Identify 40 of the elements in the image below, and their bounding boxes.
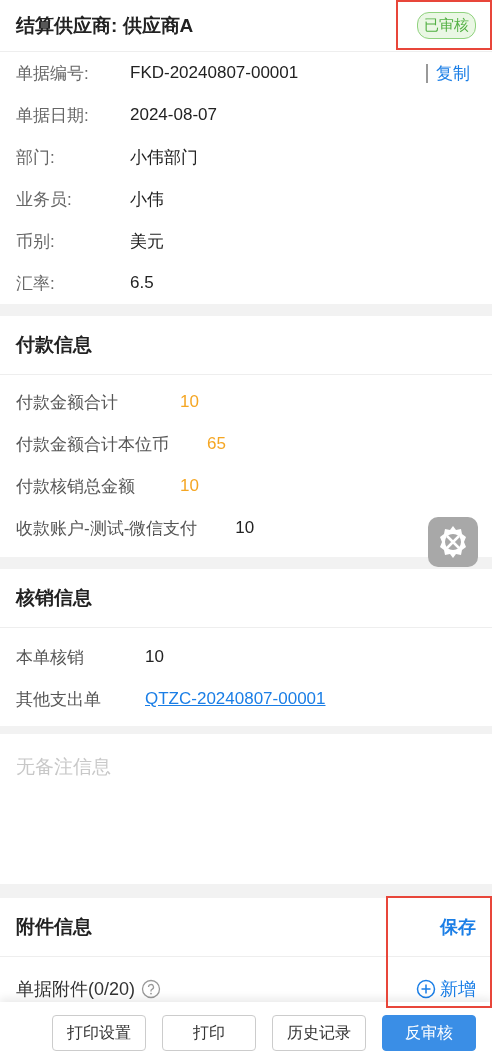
- field-label: 单据编号:: [16, 62, 90, 85]
- field-value: 65: [207, 434, 226, 454]
- field-value: 10: [145, 647, 164, 667]
- field-value: FKD-20240807-00001: [130, 63, 299, 83]
- field-value: 小伟部门: [130, 146, 198, 169]
- supplier-title: 结算供应商: 供应商A: [16, 13, 194, 38]
- section-title: 核销信息: [16, 586, 92, 610]
- field-label: 收款账户-测试-微信支付: [16, 517, 198, 540]
- plus-icon: [416, 979, 436, 999]
- footer-button[interactable]: 打印设置: [52, 1015, 146, 1051]
- field-value: 10: [235, 518, 255, 538]
- help-icon[interactable]: [141, 979, 162, 999]
- field-label: 单据日期:: [16, 104, 90, 127]
- field-value: 美元: [130, 230, 164, 253]
- attachment-label: 单据附件(0/20): [16, 978, 136, 1001]
- field-value: 小伟: [130, 188, 164, 211]
- footer-button[interactable]: 打印: [162, 1015, 256, 1051]
- save-button[interactable]: 保存: [440, 915, 476, 939]
- field-value: 6.5: [130, 273, 154, 293]
- field-label: 付款金额合计: [16, 391, 119, 414]
- footer-button[interactable]: 反审核: [382, 1015, 476, 1051]
- status-badge: 已审核: [417, 12, 476, 39]
- section-title: 付款信息: [16, 333, 92, 357]
- field-label: 付款金额合计本位币: [16, 433, 169, 456]
- add-button[interactable]: 新增: [416, 977, 476, 1001]
- field-value: 2024-08-07: [130, 105, 217, 125]
- section-title: 附件信息: [16, 915, 92, 939]
- field-label: 币别:: [16, 230, 56, 253]
- footer-button[interactable]: 历史记录: [272, 1015, 366, 1051]
- field-label: 业务员:: [16, 188, 73, 211]
- copy-link[interactable]: 复制: [426, 63, 476, 83]
- field-label: 其他支出单: [16, 688, 102, 711]
- settings-button[interactable]: [428, 517, 478, 567]
- field-value: 10: [180, 392, 199, 412]
- document-link[interactable]: QTZC-20240807-00001: [145, 689, 326, 709]
- field-label: 部门:: [16, 146, 56, 169]
- field-label: 本单核销: [16, 646, 85, 669]
- field-label: 付款核销总金额: [16, 475, 136, 498]
- field-label: 汇率:: [16, 272, 56, 295]
- field-value: 10: [180, 476, 199, 496]
